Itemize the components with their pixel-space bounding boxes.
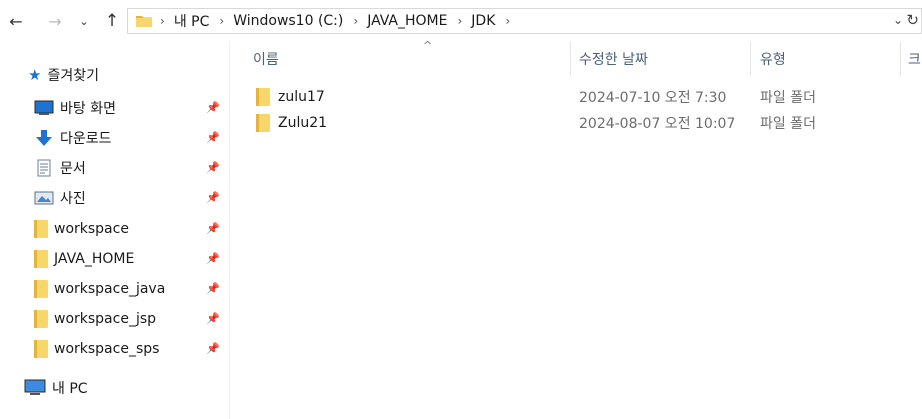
star-icon: ★: [28, 66, 42, 84]
sidebar-item-workspace-sps[interactable]: workspace_sps 📌: [34, 336, 228, 362]
sidebar-item-this-pc[interactable]: 내 PC: [24, 375, 88, 401]
download-icon: [36, 130, 52, 146]
sidebar-item-downloads[interactable]: 다운로드 📌: [34, 125, 228, 151]
pin-icon[interactable]: 📌: [206, 101, 220, 114]
sidebar-item-label: 문서: [60, 161, 86, 177]
sidebar-item-java-home[interactable]: JAVA_HOME 📌: [34, 246, 228, 272]
breadcrumb-this-pc[interactable]: 내 PC: [174, 11, 210, 31]
sidebar-item-label: JAVA_HOME: [54, 251, 135, 267]
quick-access-header[interactable]: ★ 즐겨찾기: [28, 65, 99, 85]
navigation-bar: ← → ⌄ ↑ › 내 PC › Windows10 (C:) › JAVA_H…: [0, 0, 922, 42]
sidebar-item-label: workspace_java: [54, 281, 166, 297]
sort-ascending-icon: ^: [423, 39, 433, 52]
forward-arrow-icon[interactable]: →: [45, 11, 65, 31]
computer-icon: [24, 379, 46, 395]
sidebar-item-label: 다운로드: [60, 131, 112, 147]
up-arrow-icon[interactable]: ↑: [102, 11, 122, 31]
pin-icon[interactable]: 📌: [206, 342, 220, 355]
sidebar-item-label: workspace_sps: [54, 341, 160, 357]
pin-icon[interactable]: 📌: [206, 161, 220, 174]
column-header-name[interactable]: 이름 ^: [253, 39, 570, 76]
column-divider[interactable]: [900, 42, 901, 76]
folder-icon: [256, 88, 270, 106]
refresh-icon[interactable]: ↻: [906, 11, 919, 29]
column-header-type[interactable]: 유형: [760, 42, 900, 76]
breadcrumb-separator-icon[interactable]: ›: [457, 14, 462, 28]
back-arrow-icon[interactable]: ←: [6, 11, 26, 31]
file-type: 파일 폴더: [760, 90, 816, 106]
column-header-label: 이름: [253, 52, 279, 68]
column-divider[interactable]: [570, 42, 571, 76]
folder-icon: [34, 250, 48, 268]
pin-icon[interactable]: 📌: [206, 252, 220, 265]
column-header-label: 유형: [760, 52, 786, 68]
sidebar-item-label: 사진: [60, 191, 86, 207]
column-header-label: 수정한 날짜: [579, 52, 648, 68]
breadcrumb-separator-icon[interactable]: ›: [160, 14, 165, 28]
folder-icon: [136, 16, 152, 27]
pin-icon[interactable]: 📌: [206, 282, 220, 295]
sidebar-item-label: workspace_jsp: [54, 311, 157, 327]
sidebar-item-label: workspace: [54, 221, 129, 237]
folder-icon: [34, 340, 48, 358]
navigation-pane: ★ 즐겨찾기 바탕 화면 📌 다운로드 📌 문서 📌 사진 📌 workspac…: [0, 42, 230, 419]
pictures-icon: [34, 191, 54, 205]
folder-icon: [256, 114, 270, 132]
pin-icon[interactable]: 📌: [206, 222, 220, 235]
desktop-icon: [34, 100, 54, 115]
document-icon: [37, 159, 51, 177]
sidebar-item-label: 내 PC: [52, 381, 88, 397]
column-header-size[interactable]: 크: [908, 42, 922, 76]
breadcrumb-separator-icon[interactable]: ›: [505, 14, 510, 28]
file-name: zulu17: [278, 89, 325, 105]
column-header-date[interactable]: 수정한 날짜: [579, 42, 749, 76]
folder-icon: [34, 220, 48, 238]
address-dropdown-icon[interactable]: ⌄: [893, 13, 903, 27]
breadcrumb-separator-icon[interactable]: ›: [353, 14, 358, 28]
file-date: 2024-07-10 오전 7:30: [579, 90, 727, 106]
sidebar-item-workspace-jsp[interactable]: workspace_jsp 📌: [34, 306, 228, 332]
sidebar-item-pictures[interactable]: 사진 📌: [34, 185, 228, 211]
file-list: 이름 ^ 수정한 날짜 유형 크 zulu17 2024-07-10 오전 7:…: [230, 39, 922, 419]
breadcrumb-jdk[interactable]: JDK: [471, 13, 495, 29]
sidebar-item-workspace-java[interactable]: workspace_java 📌: [34, 276, 228, 302]
table-row[interactable]: Zulu21 2024-08-07 오전 10:07 파일 폴더: [250, 110, 922, 136]
breadcrumb-java-home[interactable]: JAVA_HOME: [367, 13, 447, 29]
sidebar-item-documents[interactable]: 문서 📌: [34, 155, 228, 181]
sidebar-item-workspace[interactable]: workspace 📌: [34, 216, 228, 242]
column-header-label: 크: [908, 52, 921, 68]
file-name-cell: Zulu21: [256, 110, 327, 136]
breadcrumb-separator-icon[interactable]: ›: [219, 14, 224, 28]
recent-locations-chevron-icon[interactable]: ⌄: [76, 11, 92, 31]
file-date: 2024-08-07 오전 10:07: [579, 116, 736, 132]
quick-access-label: 즐겨찾기: [47, 68, 99, 84]
file-type: 파일 폴더: [760, 116, 816, 132]
pin-icon[interactable]: 📌: [206, 131, 220, 144]
file-name: Zulu21: [278, 115, 328, 131]
column-divider[interactable]: [750, 42, 751, 76]
pin-icon[interactable]: 📌: [206, 191, 220, 204]
sidebar-item-label: 바탕 화면: [60, 101, 116, 117]
folder-icon: [34, 280, 48, 298]
pin-icon[interactable]: 📌: [206, 312, 220, 325]
sidebar-item-desktop[interactable]: 바탕 화면 📌: [34, 95, 228, 121]
address-bar[interactable]: › 내 PC › Windows10 (C:) › JAVA_HOME › JD…: [127, 8, 922, 34]
table-row[interactable]: zulu17 2024-07-10 오전 7:30 파일 폴더: [250, 84, 922, 110]
breadcrumb-drive-c[interactable]: Windows10 (C:): [233, 13, 343, 29]
file-name-cell: zulu17: [256, 84, 325, 110]
folder-icon: [34, 310, 48, 328]
